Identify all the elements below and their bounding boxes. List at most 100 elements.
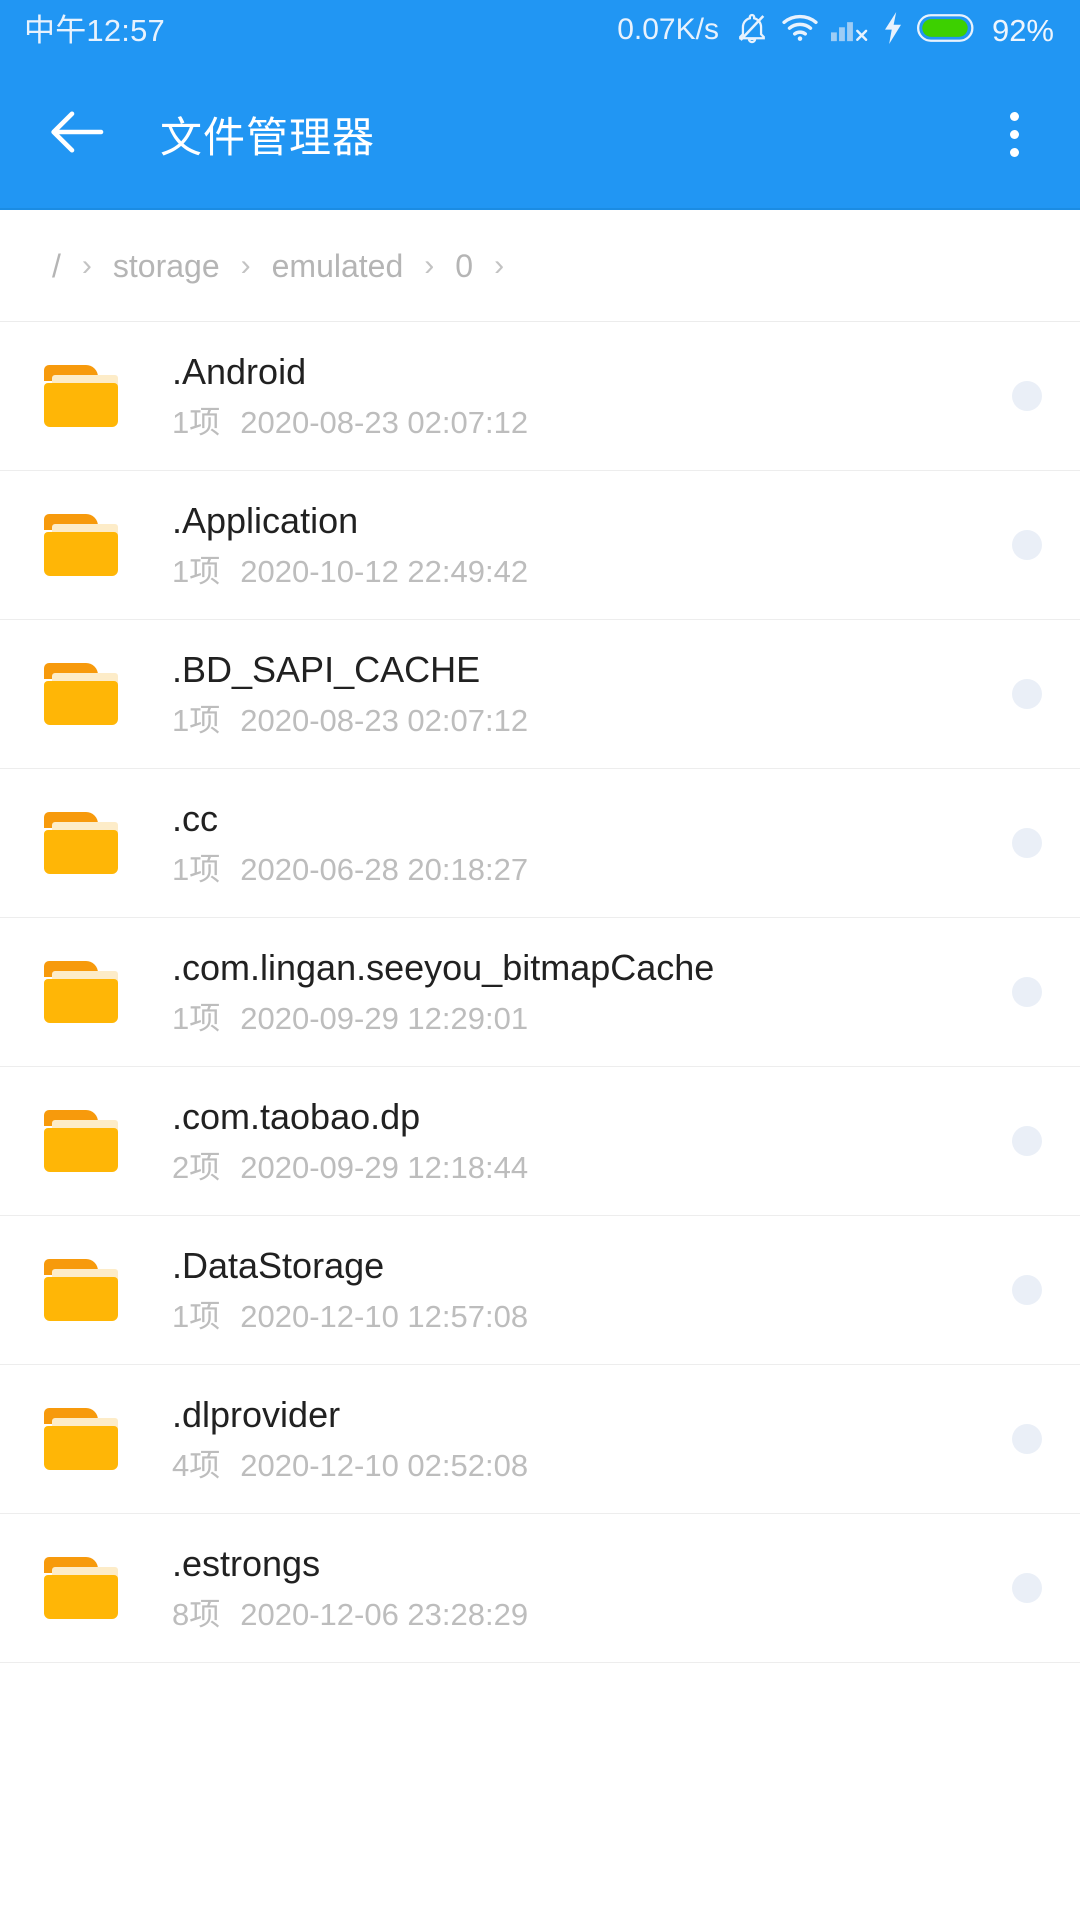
back-arrow-icon <box>49 109 105 160</box>
breadcrumb-segment-storage[interactable]: storage <box>113 250 220 282</box>
file-subtitle: 1项 2020-10-12 22:49:42 <box>172 553 988 589</box>
file-name: .Application <box>172 501 359 542</box>
file-meta: .com.taobao.dp 2项 2020-09-29 12:18:44 <box>172 1097 988 1184</box>
battery-icon <box>916 13 975 48</box>
overflow-menu-icon <box>1009 111 1019 121</box>
folder-icon <box>44 812 118 874</box>
file-modified-date: 2020-08-23 02:07:12 <box>240 404 529 440</box>
file-item-count: 1项 <box>172 404 221 440</box>
file-name: .cc <box>172 799 219 840</box>
chevron-right-icon: › <box>81 248 92 282</box>
folder-icon <box>44 1408 118 1470</box>
file-name: .com.lingan.seeyou_bitmapCache <box>172 948 715 989</box>
file-item-count: 1项 <box>172 702 221 738</box>
file-modified-date: 2020-09-29 12:29:01 <box>240 1000 529 1036</box>
overflow-menu-button[interactable] <box>978 95 1050 173</box>
file-item-count: 1项 <box>172 851 221 887</box>
charging-bolt-icon <box>882 11 904 49</box>
folder-icon <box>44 663 118 725</box>
table-row[interactable]: .Application 1项 2020-10-12 22:49:42 <box>0 471 1080 620</box>
file-name: .dlprovider <box>172 1395 341 1436</box>
file-modified-date: 2020-06-28 20:18:27 <box>240 851 529 887</box>
file-name: .com.taobao.dp <box>172 1097 421 1138</box>
status-time: 中午12:57 <box>24 12 165 48</box>
chevron-right-icon-3: › <box>424 248 435 282</box>
folder-icon <box>44 365 118 427</box>
mute-bell-icon <box>735 11 769 50</box>
row-status-indicator[interactable] <box>1012 679 1042 709</box>
overflow-menu-icon-dot3 <box>1009 147 1019 157</box>
file-meta: .Android 1项 2020-08-23 02:07:12 <box>172 352 988 439</box>
row-status-indicator[interactable] <box>1012 977 1042 1007</box>
file-modified-date: 2020-12-06 23:28:29 <box>240 1596 529 1632</box>
file-subtitle: 2项 2020-09-29 12:18:44 <box>172 1149 988 1185</box>
file-modified-date: 2020-12-10 12:57:08 <box>240 1298 529 1334</box>
battery-percent-label: 92% <box>991 12 1054 48</box>
file-modified-date: 2020-09-29 12:18:44 <box>240 1149 529 1185</box>
table-row[interactable]: .cc 1项 2020-06-28 20:18:27 <box>0 769 1080 918</box>
page-title: 文件管理器 <box>160 113 376 161</box>
table-row[interactable]: .dlprovider 4项 2020-12-10 02:52:08 <box>0 1365 1080 1514</box>
table-row[interactable]: .Android 1项 2020-08-23 02:07:12 <box>0 322 1080 471</box>
network-speed-label: 0.07K/s <box>617 13 719 46</box>
overflow-menu-icon-dot2 <box>1009 129 1019 139</box>
breadcrumb[interactable]: / › storage › emulated › 0 › <box>0 210 1080 322</box>
file-subtitle: 1项 2020-12-10 12:57:08 <box>172 1298 988 1334</box>
row-status-indicator[interactable] <box>1012 1573 1042 1603</box>
file-meta: .DataStorage 1项 2020-12-10 12:57:08 <box>172 1246 988 1333</box>
file-subtitle: 1项 2020-09-29 12:29:01 <box>172 1000 988 1036</box>
file-meta: .estrongs 8项 2020-12-06 23:28:29 <box>172 1544 988 1631</box>
folder-icon <box>44 514 118 576</box>
breadcrumb-segment-root[interactable]: / <box>52 250 61 282</box>
file-subtitle: 1项 2020-06-28 20:18:27 <box>172 851 988 887</box>
signal-no-service-icon <box>830 13 869 48</box>
table-row[interactable]: .com.taobao.dp 2项 2020-09-29 12:18:44 <box>0 1067 1080 1216</box>
file-item-count: 2项 <box>172 1149 221 1185</box>
file-meta: .cc 1项 2020-06-28 20:18:27 <box>172 799 988 886</box>
wifi-icon <box>782 13 818 48</box>
status-bar-icons: 0.07K/s 92% <box>617 11 1054 50</box>
file-modified-date: 2020-08-23 02:07:12 <box>240 702 529 738</box>
file-name: .BD_SAPI_CACHE <box>172 650 481 691</box>
file-manager-screen: 中午12:57 0.07K/s 92% 文件管理器 / › storage › … <box>0 0 1080 1920</box>
file-subtitle: 4项 2020-12-10 02:52:08 <box>172 1447 988 1483</box>
folder-icon <box>44 1259 118 1321</box>
folder-icon <box>44 961 118 1023</box>
file-item-count: 1项 <box>172 1298 221 1334</box>
file-name: .estrongs <box>172 1544 321 1585</box>
file-subtitle: 1项 2020-08-23 02:07:12 <box>172 702 988 738</box>
file-item-count: 8项 <box>172 1596 221 1632</box>
table-row[interactable]: .com.lingan.seeyou_bitmapCache 1项 2020-0… <box>0 918 1080 1067</box>
folder-icon <box>44 1557 118 1619</box>
file-name: .Android <box>172 352 307 393</box>
breadcrumb-segment-0[interactable]: 0 <box>455 250 473 282</box>
chevron-right-icon-4: › <box>494 248 505 282</box>
file-item-count: 1项 <box>172 553 221 589</box>
file-meta: .Application 1项 2020-10-12 22:49:42 <box>172 501 988 588</box>
row-status-indicator[interactable] <box>1012 1424 1042 1454</box>
file-subtitle: 1项 2020-08-23 02:07:12 <box>172 404 988 440</box>
table-row[interactable]: .estrongs 8项 2020-12-06 23:28:29 <box>0 1514 1080 1663</box>
table-row[interactable]: .DataStorage 1项 2020-12-10 12:57:08 <box>0 1216 1080 1365</box>
row-status-indicator[interactable] <box>1012 381 1042 411</box>
file-name: .DataStorage <box>172 1246 385 1287</box>
folder-icon <box>44 1110 118 1172</box>
file-modified-date: 2020-12-10 02:52:08 <box>240 1447 529 1483</box>
app-bar: 文件管理器 <box>0 60 1080 210</box>
file-list[interactable]: .Android 1项 2020-08-23 02:07:12 .Applica… <box>0 322 1080 1920</box>
file-modified-date: 2020-10-12 22:49:42 <box>240 553 529 589</box>
file-item-count: 4项 <box>172 1447 221 1483</box>
back-button[interactable] <box>42 99 112 169</box>
status-bar: 中午12:57 0.07K/s 92% <box>0 0 1080 60</box>
table-row[interactable]: .BD_SAPI_CACHE 1项 2020-08-23 02:07:12 <box>0 620 1080 769</box>
breadcrumb-segment-emulated[interactable]: emulated <box>272 250 404 282</box>
file-meta: .dlprovider 4项 2020-12-10 02:52:08 <box>172 1395 988 1482</box>
file-meta: .com.lingan.seeyou_bitmapCache 1项 2020-0… <box>172 948 988 1035</box>
chevron-right-icon-2: › <box>240 248 251 282</box>
row-status-indicator[interactable] <box>1012 1126 1042 1156</box>
file-subtitle: 8项 2020-12-06 23:28:29 <box>172 1596 988 1632</box>
file-item-count: 1项 <box>172 1000 221 1036</box>
row-status-indicator[interactable] <box>1012 530 1042 560</box>
row-status-indicator[interactable] <box>1012 828 1042 858</box>
row-status-indicator[interactable] <box>1012 1275 1042 1305</box>
